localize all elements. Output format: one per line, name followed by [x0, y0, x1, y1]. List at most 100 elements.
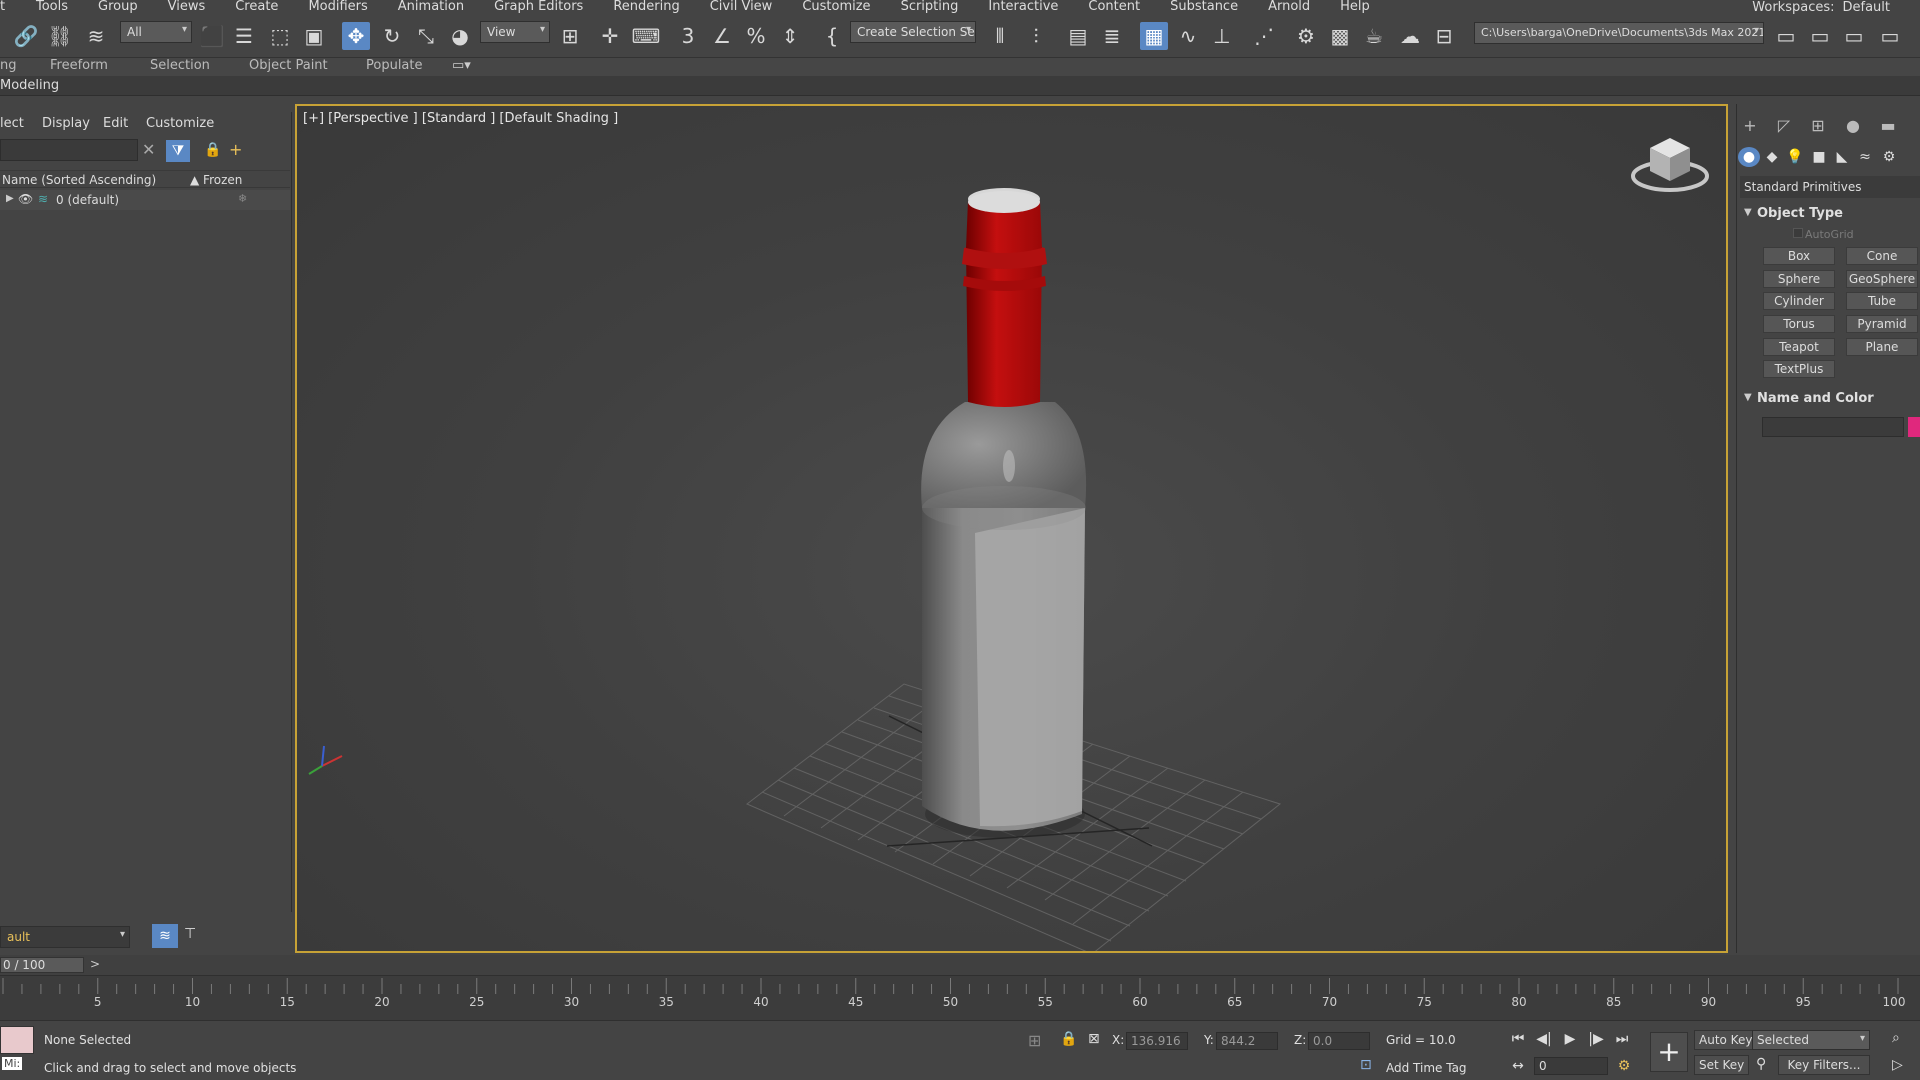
layer-explorer-icon[interactable]: ▤	[1064, 22, 1092, 50]
menu-item-arnold[interactable]: Arnold	[1253, 0, 1325, 14]
next-frame-icon[interactable]: |▶	[1586, 1031, 1606, 1047]
percent-snap-icon[interactable]: %	[742, 22, 770, 50]
mirror-icon[interactable]: ⫴	[986, 22, 1014, 50]
hierarchy-tab-icon[interactable]: ⊞	[1805, 114, 1831, 136]
cone-button[interactable]: Cone	[1846, 247, 1918, 265]
pyramid-button[interactable]: Pyramid	[1846, 315, 1918, 333]
time-slider[interactable]: 0 / 100	[0, 957, 84, 973]
autogrid-checkbox[interactable]	[1793, 228, 1803, 238]
create-tab-icon[interactable]: +	[1737, 114, 1763, 136]
ribbon-tab-populate[interactable]: Populate	[366, 58, 423, 73]
shapes-category-icon[interactable]: ◆	[1761, 147, 1783, 167]
render-online-icon[interactable]: ⊟	[1430, 22, 1458, 50]
render-icon[interactable]: ☕	[1360, 22, 1388, 50]
explorer-menu-customize[interactable]: Customize	[146, 116, 214, 131]
cameras-category-icon[interactable]: ■	[1808, 147, 1830, 167]
menu-item-group[interactable]: Group	[83, 0, 153, 14]
project-settings-icon[interactable]: ▭	[1840, 22, 1868, 50]
ribbon-tab-freeform[interactable]: Freeform	[50, 58, 108, 73]
save-project-icon[interactable]: ▭	[1806, 22, 1834, 50]
menu-item-civil-view[interactable]: Civil View	[695, 0, 788, 14]
go-to-end-icon[interactable]: ⏭	[1612, 1031, 1632, 1047]
rollout-collapse-icon[interactable]: ▼	[1744, 207, 1752, 218]
time-tag-icon[interactable]: ⊡	[1360, 1057, 1372, 1073]
project-close-icon[interactable]: ▭	[1876, 22, 1904, 50]
ribbon-tab-selection[interactable]: Selection	[150, 58, 210, 73]
menu-item-interactive[interactable]: Interactive	[973, 0, 1073, 14]
angle-snap-icon[interactable]: ∠	[708, 22, 736, 50]
expand-arrow-icon[interactable]: ▶	[6, 193, 14, 204]
box-button[interactable]: Box	[1763, 247, 1835, 265]
object-type-rollout-title[interactable]: Object Type	[1757, 206, 1843, 221]
align-icon[interactable]: ⫶	[1022, 22, 1050, 50]
key-filters-button[interactable]: Key Filters...	[1778, 1055, 1870, 1075]
ribbon-options-icon[interactable]: ▭▾	[452, 58, 471, 73]
pivot-center-icon[interactable]: ⊞	[556, 22, 584, 50]
key-filters-icon[interactable]: ⚲	[1756, 1056, 1766, 1072]
add-layer-icon[interactable]: +	[229, 140, 242, 159]
spinner-snap-icon[interactable]: ⇕	[776, 22, 804, 50]
object-name-input[interactable]	[1762, 417, 1904, 437]
add-time-tag[interactable]: Add Time Tag	[1386, 1061, 1467, 1075]
motion-tab-icon[interactable]: ●	[1840, 114, 1866, 136]
primitive-category-dropdown[interactable]: Standard Primitives	[1740, 176, 1920, 198]
explorer-menu-select[interactable]: lect	[0, 116, 24, 131]
scene-explorer-icon[interactable]: ▦	[1140, 22, 1168, 50]
render-setup-icon[interactable]: ⚙	[1292, 22, 1320, 50]
time-config-icon[interactable]: ⚙	[1614, 1058, 1634, 1074]
menu-item-scripting[interactable]: Scripting	[886, 0, 974, 14]
menu-item-create[interactable]: Create	[220, 0, 293, 14]
selection-filter-dropdown[interactable]: All	[120, 21, 192, 43]
previous-frame-icon[interactable]: ◀|	[1534, 1031, 1554, 1047]
play-icon[interactable]: ▶	[1560, 1031, 1580, 1047]
tube-button[interactable]: Tube	[1846, 292, 1918, 310]
textplus-button[interactable]: TextPlus	[1763, 360, 1835, 378]
column-frozen-header[interactable]: ▲ Frozen	[190, 173, 242, 187]
project-path-dropdown[interactable]: C:\Users\barga\OneDrive\Documents\3ds Ma…	[1474, 22, 1764, 44]
maxscript-mini-label[interactable]: Mi:	[2, 1057, 23, 1070]
torus-button[interactable]: Torus	[1763, 315, 1835, 333]
z-coordinate-field[interactable]: 0.0	[1308, 1032, 1370, 1050]
isolate-selection-icon[interactable]: ⊞	[1028, 1031, 1041, 1050]
auto-key-button[interactable]: Auto Key	[1694, 1030, 1758, 1050]
project-folder-icon[interactable]: ▭	[1772, 22, 1800, 50]
hierarchy-icon[interactable]: ⊤	[184, 926, 196, 942]
filter-icon[interactable]: ⧩	[166, 140, 190, 162]
column-name-header[interactable]: Name (Sorted Ascending)	[2, 173, 156, 187]
render-cloud-icon[interactable]: ☁	[1396, 22, 1424, 50]
menu-item-modifiers[interactable]: Modifiers	[293, 0, 382, 14]
teapot-button[interactable]: Teapot	[1763, 338, 1835, 356]
explorer-menu-display[interactable]: Display	[42, 116, 90, 131]
edit-named-selection-icon[interactable]: {	[818, 22, 846, 50]
menu-item-edit-partial[interactable]: t	[0, 0, 20, 14]
menu-item-tools[interactable]: Tools	[20, 0, 83, 14]
material-editor-icon[interactable]: ⋰	[1250, 22, 1278, 50]
menu-item-rendering[interactable]: Rendering	[598, 0, 694, 14]
set-key-plus-icon[interactable]: +	[1650, 1032, 1688, 1072]
zoom-icon[interactable]: ⌕	[1892, 1030, 1900, 1046]
ribbon-tab-object-paint[interactable]: Object Paint	[249, 58, 328, 73]
layer-dropdown[interactable]: ault	[0, 926, 130, 948]
freeze-snowflake-icon[interactable]: ❄	[238, 192, 247, 205]
spacewarps-category-icon[interactable]: ≈	[1854, 147, 1876, 167]
modify-tab-icon[interactable]: ◸	[1771, 114, 1797, 136]
lights-category-icon[interactable]: 💡	[1784, 147, 1806, 167]
menu-item-views[interactable]: Views	[153, 0, 221, 14]
window-crossing-icon[interactable]: ▣	[300, 22, 328, 50]
explorer-search-input[interactable]	[0, 139, 138, 161]
ribbon-tab-modeling-partial[interactable]: ng	[0, 58, 17, 73]
menu-item-substance[interactable]: Substance	[1155, 0, 1253, 14]
geosphere-button[interactable]: GeoSphere	[1846, 270, 1918, 288]
current-frame-field[interactable]: 0	[1534, 1057, 1608, 1075]
select-by-name-icon[interactable]: ☰	[230, 22, 258, 50]
placement-icon[interactable]: ◕	[446, 22, 474, 50]
systems-category-icon[interactable]: ⚙	[1878, 147, 1900, 167]
orbit-icon[interactable]: ▷	[1892, 1057, 1903, 1073]
perspective-viewport[interactable]: [+] [Perspective ] [Standard ] [Default …	[295, 104, 1728, 953]
explorer-menu-edit[interactable]: Edit	[103, 116, 128, 131]
viewcube[interactable]	[1631, 138, 1709, 192]
plane-button[interactable]: Plane	[1846, 338, 1918, 356]
visibility-eye-icon[interactable]: 👁	[18, 192, 33, 206]
schematic-view-icon[interactable]: ⊥	[1208, 22, 1236, 50]
rollout-collapse-icon[interactable]: ▼	[1744, 392, 1752, 403]
